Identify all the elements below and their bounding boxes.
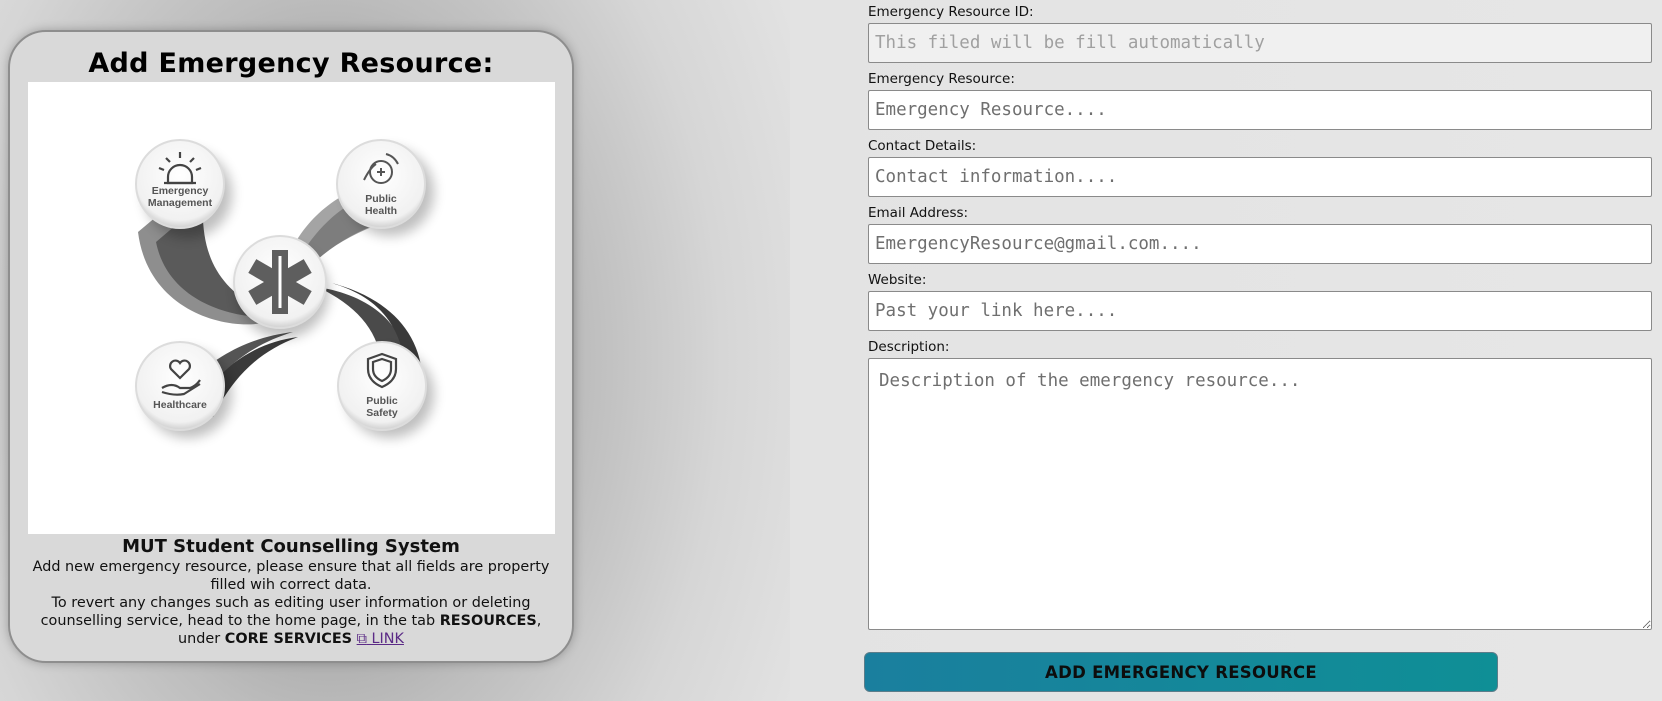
node-label-4b: Safety <box>366 407 398 419</box>
emergency-resource-field[interactable] <box>868 90 1652 130</box>
link-icon: ⧉ <box>356 631 367 647</box>
node-label-1b: Management <box>148 197 213 209</box>
add-resource-form: Emergency Resource ID: Emergency Resourc… <box>868 4 1652 638</box>
node-label-4a: Public <box>366 395 398 407</box>
node-label-3: Healthcare <box>153 399 207 411</box>
resource-label: Emergency Resource: <box>868 71 1015 87</box>
node-label-2a: Public <box>365 193 397 205</box>
id-label: Emergency Resource ID: <box>868 4 1034 20</box>
link-label: LINK <box>371 631 404 647</box>
node-label-2b: Health <box>365 205 397 217</box>
info-card: Add Emergency Resource: Emergency Manage… <box>8 30 574 663</box>
node-healthcare <box>135 341 225 431</box>
node-label-1a: Emergency <box>152 185 209 197</box>
card-description: Add new emergency resource, please ensur… <box>32 558 550 648</box>
system-title: MUT Student Counselling System <box>122 536 460 557</box>
core-services-link[interactable]: ⧉ LINK <box>357 631 404 647</box>
email-label: Email Address: <box>868 205 969 221</box>
description-line-1: Add new emergency resource, please ensur… <box>32 559 550 593</box>
contact-label: Contact Details: <box>868 138 977 154</box>
resource-id-field[interactable] <box>868 23 1652 63</box>
resources-tab-name: RESOURCES <box>439 613 537 629</box>
website-field[interactable] <box>868 291 1652 331</box>
email-field[interactable] <box>868 224 1652 264</box>
description-textarea[interactable] <box>868 358 1652 630</box>
core-services-name: CORE SERVICES <box>224 631 353 647</box>
website-label: Website: <box>868 272 927 288</box>
add-emergency-resource-button[interactable]: ADD EMERGENCY RESOURCE <box>864 652 1498 692</box>
description-label: Description: <box>868 339 950 355</box>
page-title: Add Emergency Resource: <box>88 48 494 79</box>
contact-details-field[interactable] <box>868 157 1652 197</box>
emergency-illustration: Emergency Management Public Health Healt… <box>28 82 555 534</box>
